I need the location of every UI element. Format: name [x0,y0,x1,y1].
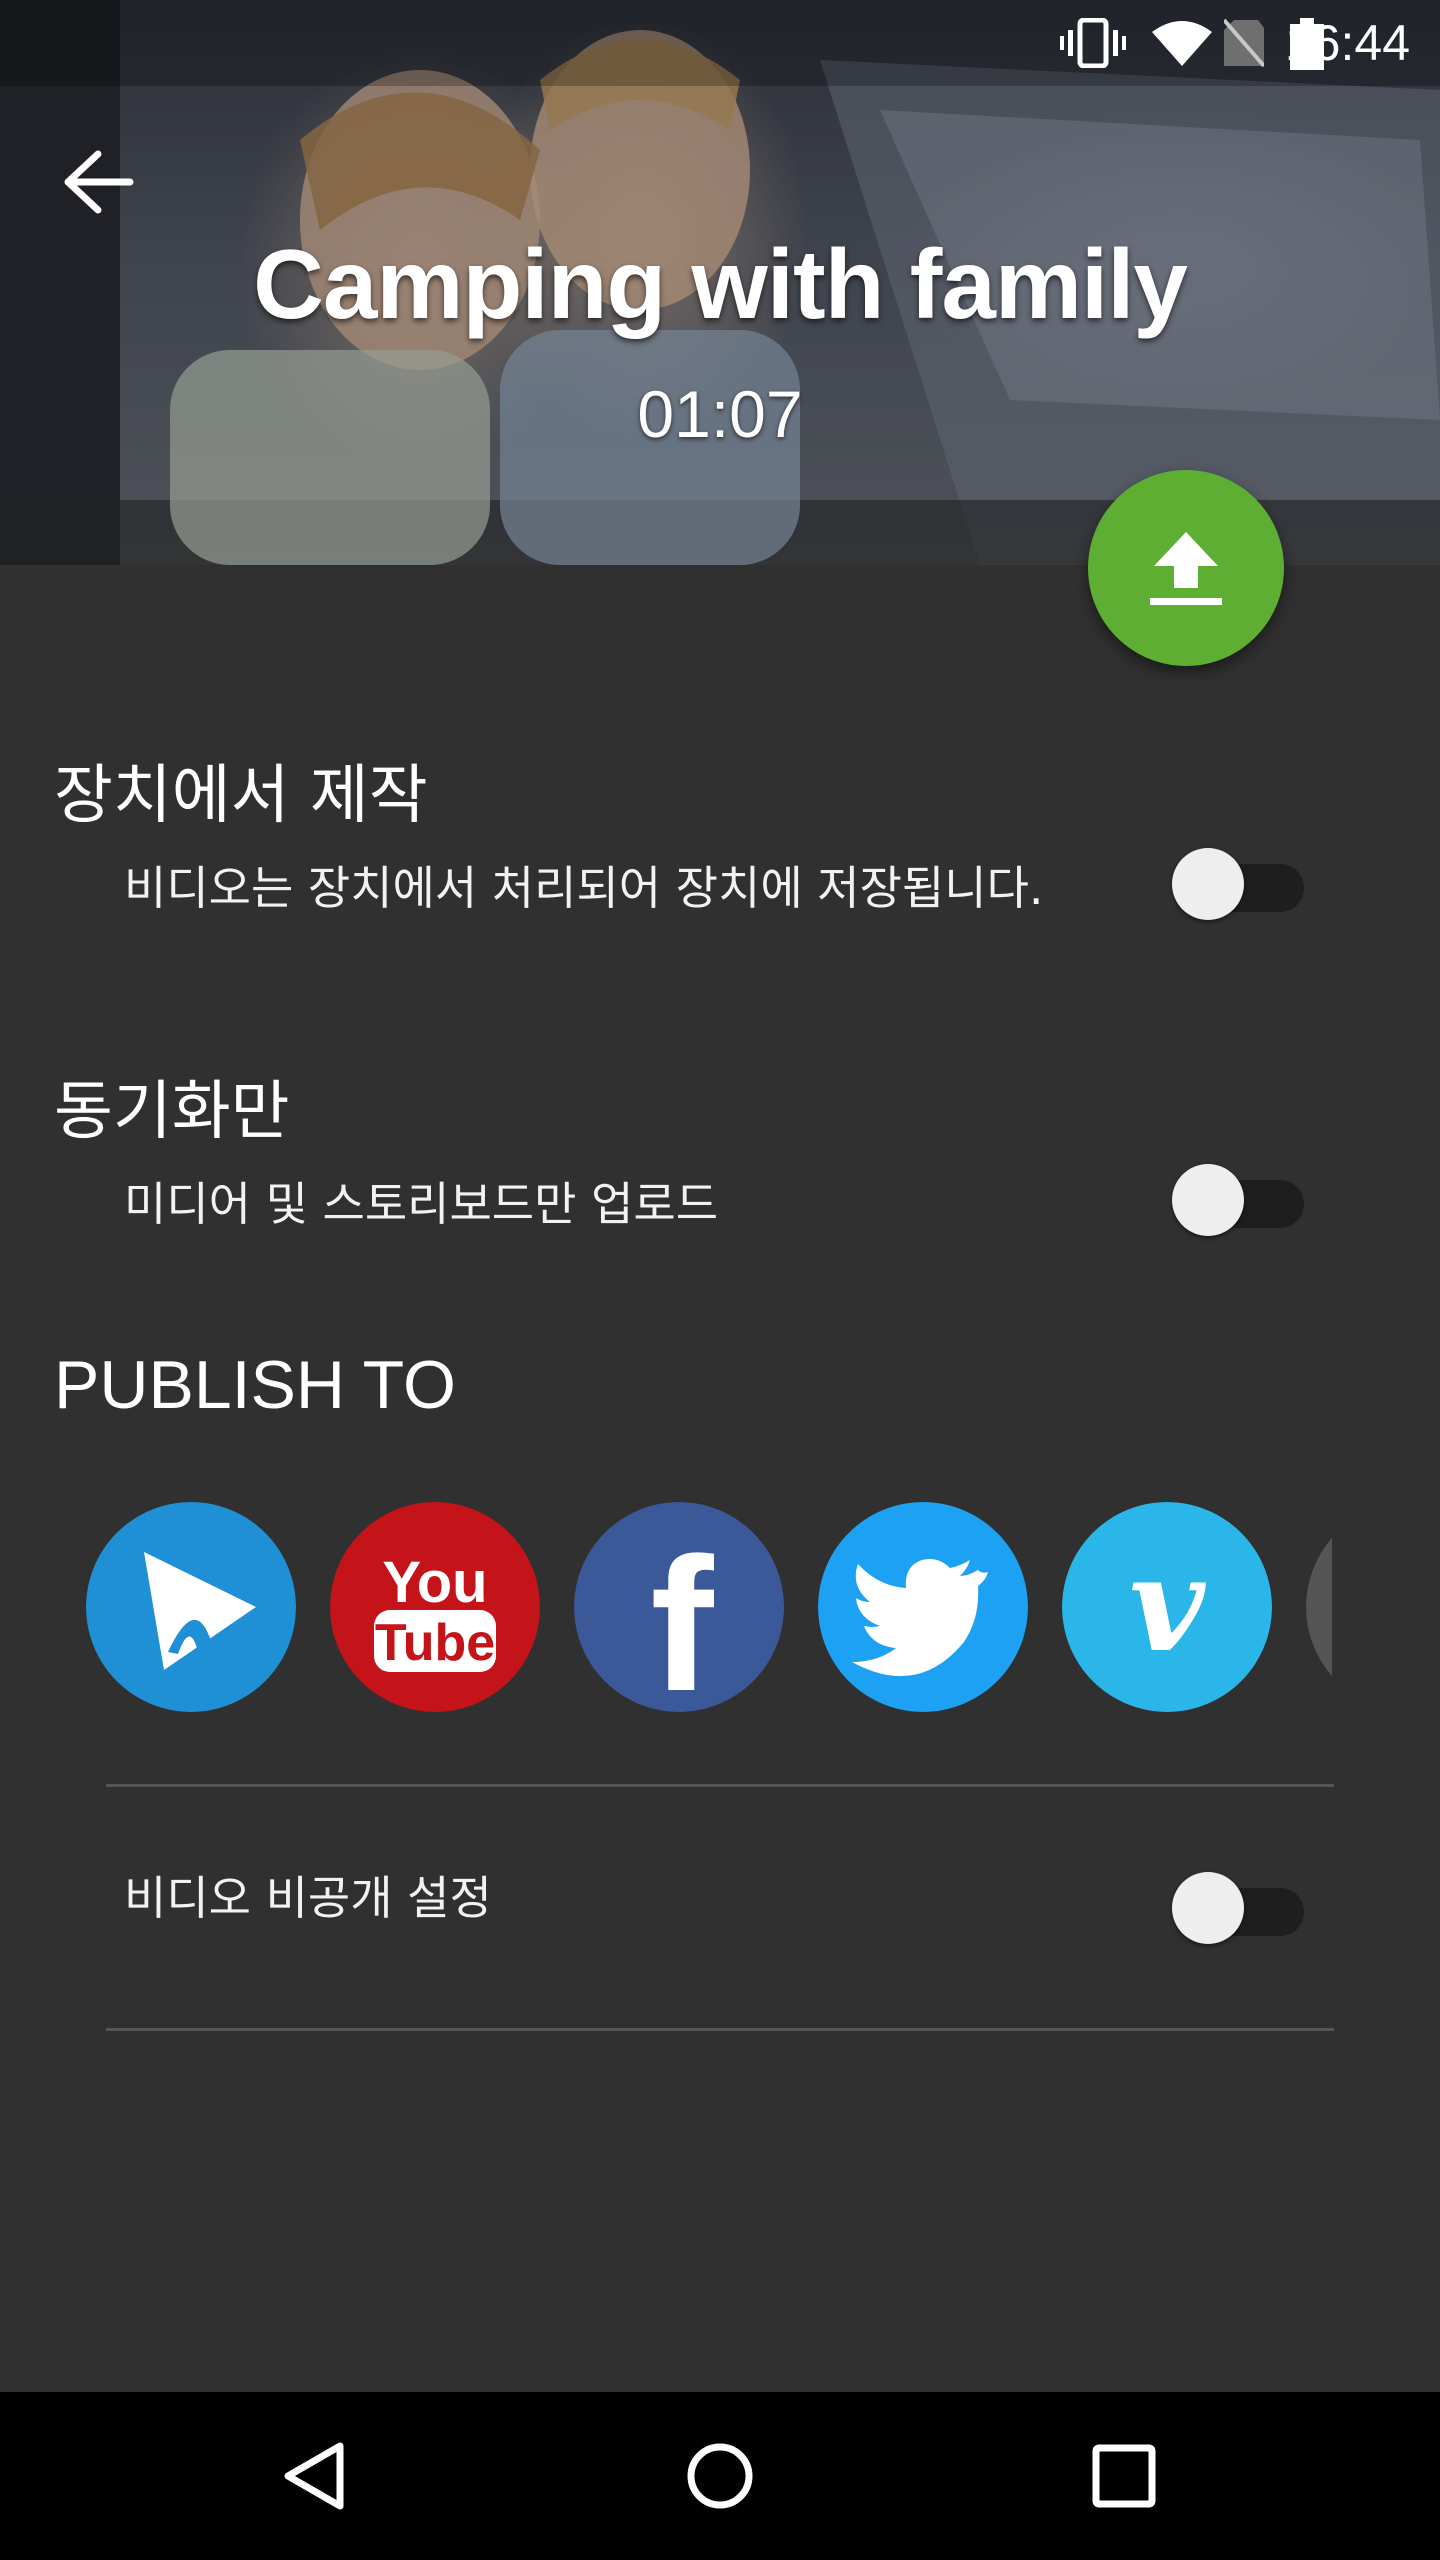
video-title: Camping with family [253,229,1188,339]
youtube-logo-top: You [382,1550,487,1615]
no-sim-icon [1224,18,1264,68]
vimeo-icon: v [1062,1502,1272,1712]
status-time: 16:44 [1284,15,1410,71]
partial-service-icon [1306,1537,1332,1677]
nav-home-icon[interactable] [678,2434,762,2518]
upload-icon [1150,532,1222,605]
private-video-label: 비디오 비공개 설정 [124,1871,492,1925]
twitter-icon [818,1502,1028,1712]
toggle-thumb [1172,848,1244,920]
publish-to-heading: PUBLISH TO [54,1347,456,1423]
youtube-icon: You Tube [330,1502,540,1712]
wifi-icon [1152,21,1212,66]
on-device-toggle[interactable] [1172,842,1312,922]
nav-recents-icon[interactable] [1082,2434,1166,2518]
facebook-logo: f [650,1519,714,1712]
status-bar: 16:44 [0,0,1440,86]
sync-only-title: 동기화만 [54,1075,290,1149]
app-share-service[interactable] [86,1502,296,1712]
youtube-service[interactable]: You Tube [330,1502,540,1712]
twitter-service[interactable] [818,1502,1028,1712]
toggle-thumb [1172,1872,1244,1944]
facebook-service[interactable]: f [574,1502,784,1712]
on-device-description: 비디오는 장치에서 처리되어 장치에 저장됩니다. [124,861,1044,915]
on-device-title: 장치에서 제작 [54,759,428,833]
divider [106,2028,1334,2031]
play-share-icon [86,1502,296,1712]
sync-only-description: 미디어 및 스토리보드만 업로드 [124,1177,719,1231]
upload-button[interactable] [1088,470,1284,666]
video-duration: 01:07 [637,377,803,451]
vibrate-icon [1060,18,1126,68]
sync-only-toggle[interactable] [1172,1158,1312,1238]
publish-services-row: You Tube f v [86,1502,1332,1714]
vimeo-logo: v [1129,1528,1206,1681]
nav-back-icon[interactable] [274,2434,358,2518]
vimeo-service[interactable]: v [1062,1502,1272,1712]
back-arrow-icon[interactable] [62,150,134,214]
youtube-logo-bottom: Tube [375,1614,495,1672]
more-service[interactable] [1306,1502,1332,1712]
toggle-thumb [1172,1164,1244,1236]
divider [106,1784,1334,1787]
system-navigation-bar [0,2392,1440,2560]
private-video-toggle[interactable] [1172,1866,1312,1946]
facebook-icon: f [574,1502,784,1712]
